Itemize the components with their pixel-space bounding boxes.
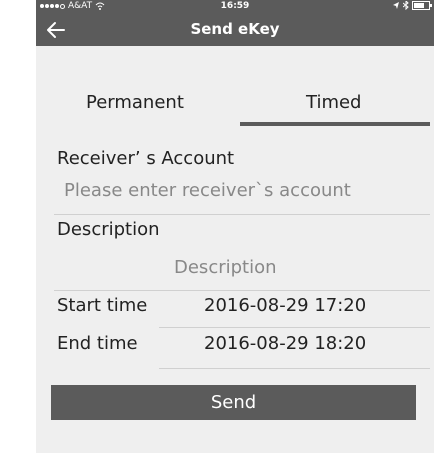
divider bbox=[159, 327, 430, 328]
tab-permanent[interactable]: Permanent bbox=[86, 92, 184, 113]
end-time-field[interactable]: 2016-08-29 18:20 bbox=[204, 333, 366, 354]
page-title: Send eKey bbox=[190, 20, 280, 38]
divider bbox=[159, 368, 430, 369]
status-bar: A&AT 16:59 bbox=[36, 0, 434, 14]
phone-screen: A&AT 16:59 Send eKey Permanent Timed Rec… bbox=[36, 0, 434, 453]
description-label: Description bbox=[57, 219, 160, 240]
battery-icon bbox=[412, 1, 432, 10]
receiver-account-input[interactable]: Please enter receiver`s account bbox=[64, 180, 351, 201]
send-button[interactable]: Send bbox=[51, 385, 416, 420]
tab-timed[interactable]: Timed bbox=[306, 92, 361, 113]
divider bbox=[54, 214, 430, 215]
bluetooth-icon bbox=[403, 1, 409, 10]
start-time-field[interactable]: 2016-08-29 17:20 bbox=[204, 295, 366, 316]
status-time: 16:59 bbox=[220, 1, 250, 11]
receiver-account-label: Receiver’ s Account bbox=[57, 148, 235, 169]
tab-active-indicator bbox=[240, 122, 430, 126]
location-icon bbox=[393, 1, 399, 9]
divider bbox=[54, 290, 430, 291]
description-input[interactable]: Description bbox=[174, 257, 277, 278]
start-time-label: Start time bbox=[57, 295, 148, 316]
nav-bar: Send eKey bbox=[36, 14, 434, 46]
end-time-label: End time bbox=[57, 333, 138, 354]
